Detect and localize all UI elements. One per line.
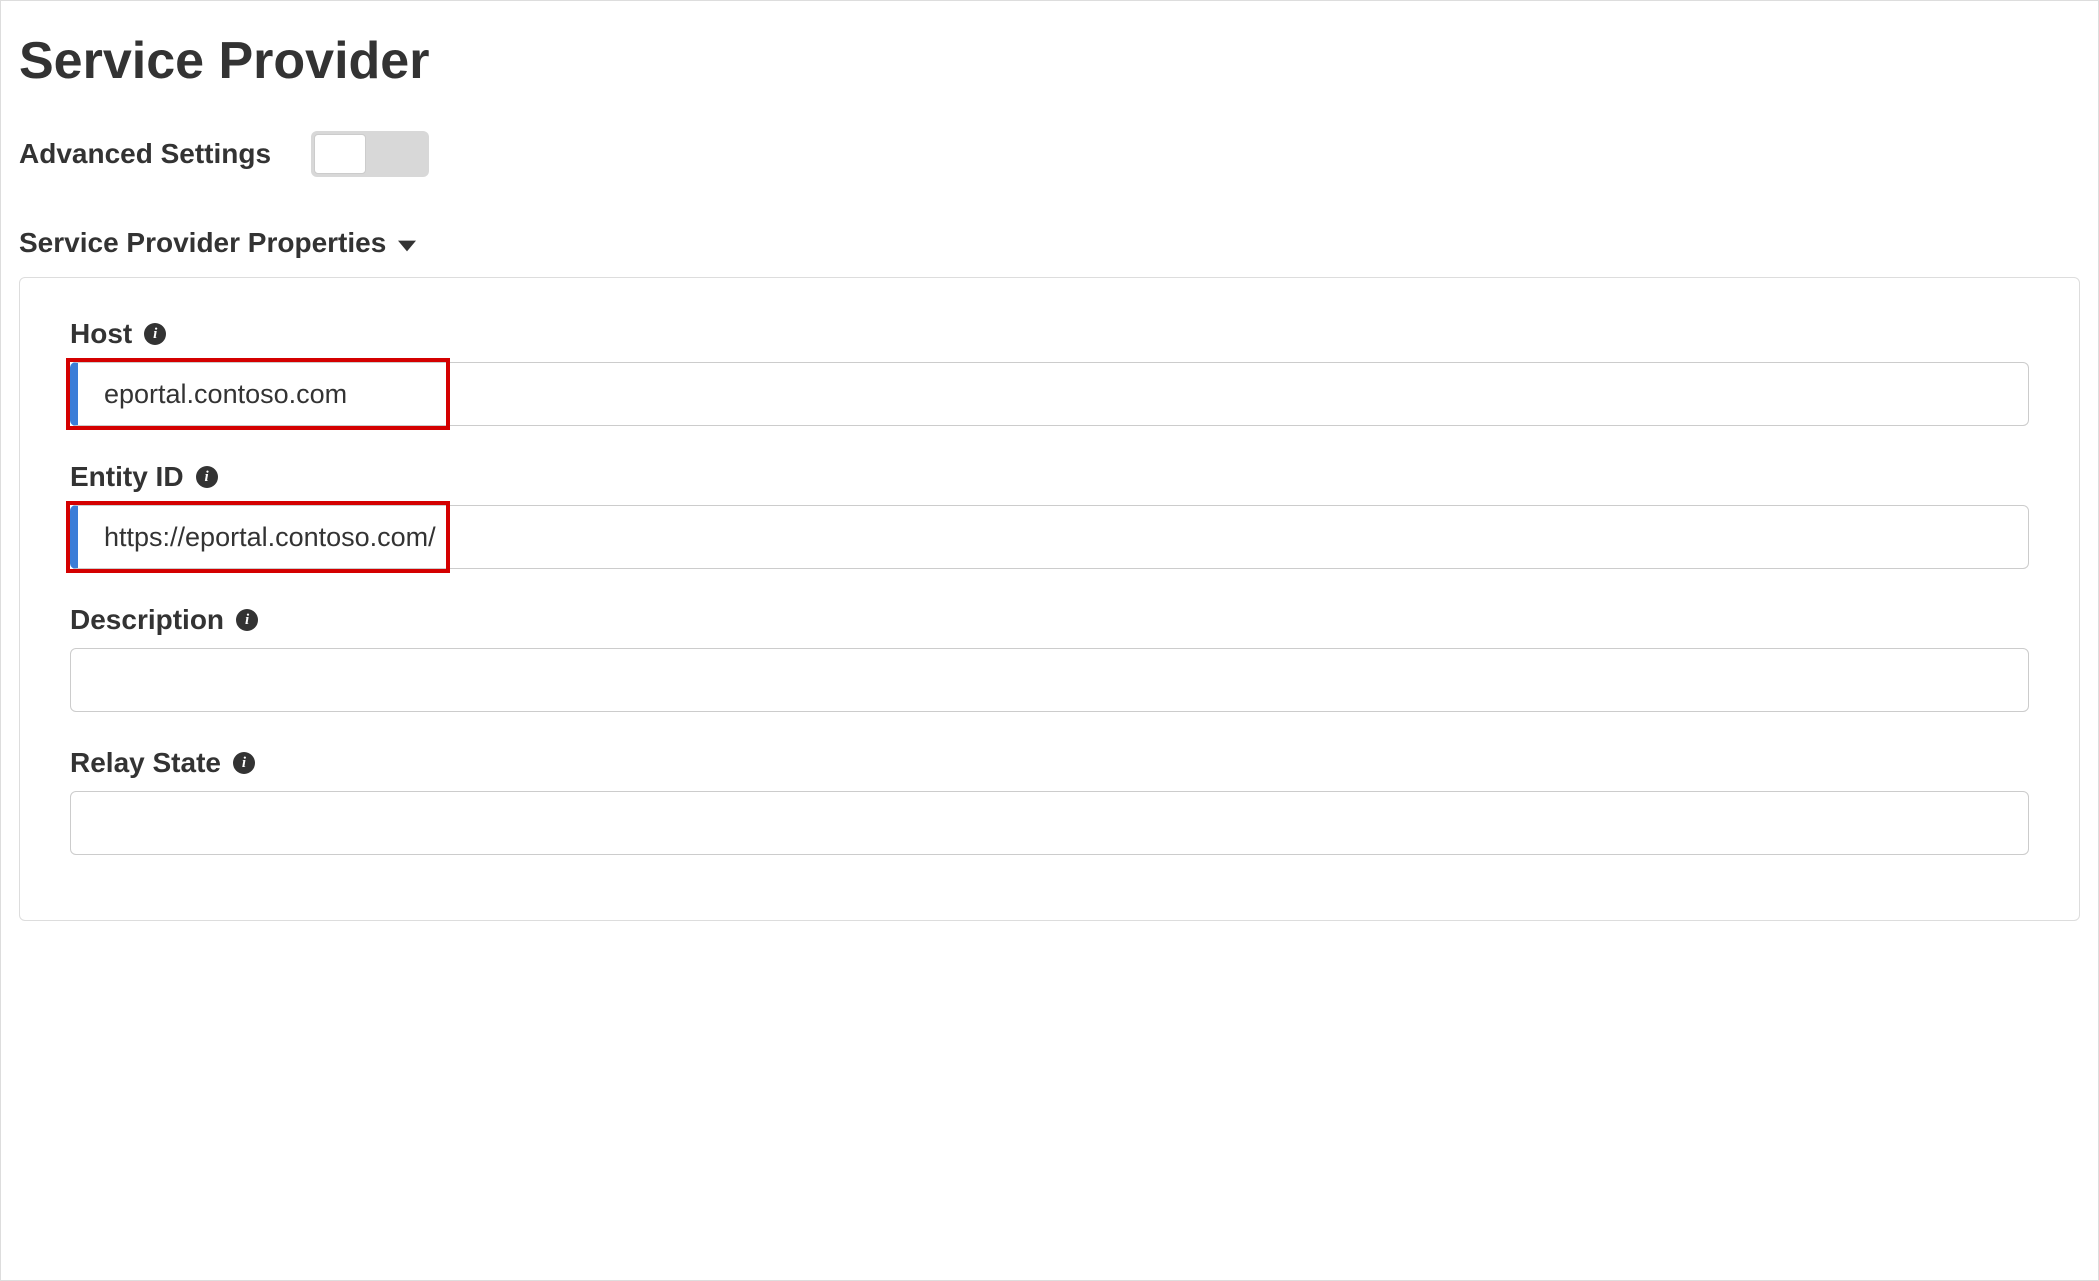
entity-id-label-row: Entity ID i <box>70 461 2029 493</box>
relay-state-input[interactable] <box>70 791 2029 855</box>
advanced-settings-label: Advanced Settings <box>19 138 271 170</box>
host-field-group: Host i <box>70 318 2029 426</box>
page-container: Service Provider Advanced Settings Servi… <box>0 0 2099 1281</box>
relay-state-label: Relay State <box>70 747 221 779</box>
section-title: Service Provider Properties <box>19 227 386 259</box>
info-icon[interactable]: i <box>144 323 166 345</box>
advanced-settings-row: Advanced Settings <box>19 131 2080 177</box>
info-icon[interactable]: i <box>236 609 258 631</box>
description-field-group: Description i <box>70 604 2029 712</box>
host-input-wrapper <box>70 362 2029 426</box>
description-label: Description <box>70 604 224 636</box>
toggle-knob <box>314 134 366 174</box>
entity-id-input-wrapper <box>70 505 2029 569</box>
description-label-row: Description i <box>70 604 2029 636</box>
relay-state-field-group: Relay State i <box>70 747 2029 855</box>
info-icon[interactable]: i <box>233 752 255 774</box>
host-label-row: Host i <box>70 318 2029 350</box>
entity-id-field-group: Entity ID i <box>70 461 2029 569</box>
advanced-settings-toggle[interactable] <box>311 131 429 177</box>
relay-state-label-row: Relay State i <box>70 747 2029 779</box>
page-title: Service Provider <box>19 31 2080 91</box>
host-input[interactable] <box>70 362 2029 426</box>
description-input[interactable] <box>70 648 2029 712</box>
section-header[interactable]: Service Provider Properties <box>19 227 2080 259</box>
info-icon[interactable]: i <box>196 466 218 488</box>
entity-id-label: Entity ID <box>70 461 184 493</box>
entity-id-input[interactable] <box>70 505 2029 569</box>
host-label: Host <box>70 318 132 350</box>
properties-panel: Host i Entity ID i Description i <box>19 277 2080 921</box>
chevron-down-icon <box>398 227 416 259</box>
